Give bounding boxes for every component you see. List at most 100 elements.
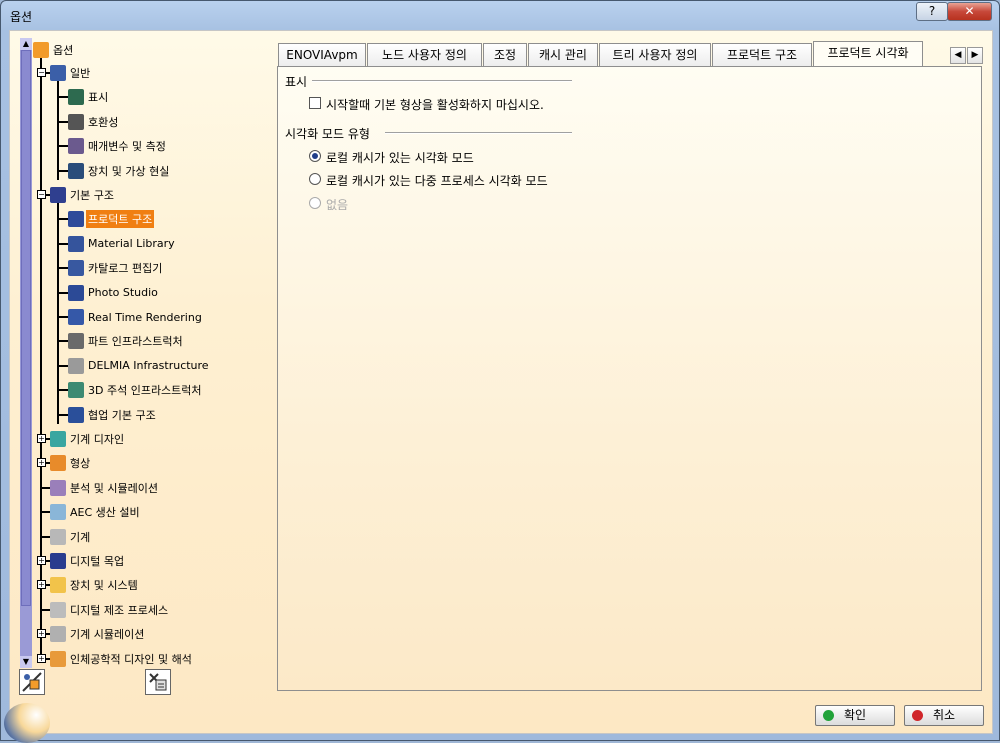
tree-item[interactable]: 인체공학적 디자인 및 해석 (50, 649, 194, 668)
systems-icon (50, 577, 66, 594)
tree-item[interactable]: 기계 시뮬레이션 (50, 624, 146, 644)
tree-item[interactable]: Real Time Rendering (68, 307, 204, 327)
options-tree[interactable]: ▲ ▼ − − + + + + + + 옵션 일반표시호환성매개변수 및 측정장치 및 가상 … (20, 38, 266, 668)
tree-expander-icon[interactable]: + (37, 556, 46, 565)
tab-1[interactable]: 노드 사용자 정의 (367, 43, 482, 67)
cancel-button[interactable]: 취소 (904, 705, 984, 726)
tab-4[interactable]: 트리 사용자 정의 (599, 43, 711, 67)
tree-item[interactable]: 장치 및 시스템 (50, 575, 140, 595)
tree-item[interactable]: DELMIA Infrastructure (68, 356, 211, 376)
tree-item[interactable]: 디지털 제조 프로세스 (50, 600, 170, 620)
tree-item[interactable]: 호환성 (68, 112, 120, 132)
tree-item-label: 디지털 목업 (70, 555, 125, 568)
tree-expander-icon[interactable]: + (37, 434, 46, 443)
tree-root[interactable]: 옵션 (33, 40, 75, 60)
tab-0[interactable]: ENOVIAvpm (278, 43, 366, 67)
multiprocess-mode-radio[interactable] (309, 173, 321, 185)
tree-item[interactable]: 표시 (68, 87, 110, 107)
tree-item-label: 형상 (70, 457, 91, 471)
tree-item-label: Real Time Rendering (88, 310, 202, 324)
infra-icon (50, 187, 66, 203)
shape-icon (50, 455, 66, 472)
tree-item-label: 카탈로그 편집기 (88, 262, 163, 276)
tree-item[interactable]: Photo Studio (68, 283, 160, 303)
device-icon (68, 162, 84, 179)
tree-item-label: 매개변수 및 측정 (88, 140, 166, 154)
tree-item[interactable]: Material Library (68, 234, 177, 254)
tree-item-label: Material Library (88, 237, 175, 251)
dmp-icon (50, 601, 66, 618)
title-bar: 옵션 ? ✕ (1, 1, 999, 29)
tree-expander-icon[interactable]: + (37, 629, 46, 639)
local-cache-mode-radio[interactable] (309, 150, 321, 162)
tree-item[interactable]: AEC 생산 설비 (50, 502, 142, 522)
multiprocess-mode-label: 로컬 캐시가 있는 다중 프로세스 시각화 모드 (326, 174, 548, 188)
tree-item[interactable]: 매개변수 및 측정 (68, 136, 168, 156)
tree-expander-icon[interactable]: + (37, 458, 46, 468)
tree-item-label: 기계 (70, 530, 91, 544)
scroll-down-arrow-icon[interactable]: ▼ (20, 656, 32, 668)
scroll-thumb[interactable] (21, 50, 31, 606)
window-title: 옵션 (10, 10, 33, 24)
tab-2[interactable]: 조정 (483, 43, 527, 67)
disable-default-shape-label: 시작할때 기본 형상을 활성화하지 마십시오. (326, 98, 544, 112)
help-button[interactable]: ? (916, 2, 948, 21)
tree-item-label: 협업 기본 구조 (88, 408, 156, 422)
mode-section-title: 시각화 모드 유형 (285, 127, 370, 141)
tree-item[interactable]: 분석 및 시뮬레이션 (50, 478, 160, 498)
tree-item-label: Photo Studio (88, 286, 158, 300)
catia-sphere-icon (4, 703, 50, 743)
tab-scroll-left-icon[interactable]: ◀ (950, 47, 966, 64)
ok-green-dot-icon (823, 710, 834, 721)
tree-item[interactable]: 기계 (50, 527, 92, 547)
catalog-icon (68, 260, 84, 277)
tree-item-label: 파트 인프라스트럭처 (88, 335, 183, 349)
material-icon (68, 235, 84, 252)
tree-item-label: 일반 (70, 67, 91, 80)
tree-item[interactable]: 일반 (50, 63, 92, 83)
tree-item[interactable]: 3D 주석 인프라스트럭처 (68, 380, 204, 400)
tree-item[interactable]: 형상 (50, 453, 92, 473)
user-settings-icon[interactable] (19, 669, 45, 695)
display-icon (68, 89, 84, 106)
scroll-up-arrow-icon[interactable]: ▲ (20, 38, 32, 50)
mode-section-divider (385, 132, 572, 134)
tree-item-label: 장치 및 시스템 (70, 579, 138, 593)
tree-item-label: 디지털 제조 프로세스 (70, 603, 169, 617)
ok-button[interactable]: 확인 (815, 705, 895, 726)
collab-icon (68, 406, 84, 423)
tree-root-label: 옵션 (53, 44, 74, 57)
tab-3[interactable]: 캐시 관리 (528, 43, 598, 67)
tree-scrollbar[interactable]: ▲ ▼ (20, 38, 32, 668)
rtr-icon (68, 309, 84, 325)
tree-item[interactable]: 협업 기본 구조 (68, 405, 158, 425)
tree-item[interactable]: 디지털 목업 (50, 551, 126, 571)
tab-scroll-right-icon[interactable]: ▶ (967, 47, 983, 64)
tree-item-label: 표시 (88, 91, 109, 105)
tree-item-label: 3D 주석 인프라스트럭처 (88, 384, 202, 398)
disable-default-shape-checkbox[interactable] (309, 97, 321, 109)
tree-item-label: 기계 시뮬레이션 (70, 628, 145, 642)
general-icon (50, 65, 66, 81)
tree-item[interactable]: 기본 구조 (50, 185, 116, 205)
machsim-icon (50, 626, 66, 643)
tab-5[interactable]: 프로덕트 구조 (712, 43, 812, 67)
tab-strip: ENOVIAvpm 노드 사용자 정의 조정 캐시 관리 트리 사용자 정의 프로덕트 구… (278, 41, 958, 68)
admin-settings-icon[interactable] (145, 669, 171, 695)
tree-expander-icon[interactable]: + (37, 580, 46, 590)
tree-item[interactable]: 장치 및 가상 현실 (68, 161, 171, 181)
tree-item-label: AEC 생산 설비 (70, 506, 140, 520)
param-icon (68, 138, 84, 155)
tree-expander-icon[interactable]: − (37, 68, 46, 77)
tree-item-label: 분석 및 시뮬레이션 (70, 481, 158, 495)
tree-item[interactable]: 프로덕트 구조 (68, 209, 155, 229)
tree-item[interactable]: 기계 디자인 (50, 429, 126, 449)
tab-6[interactable]: 프로덕트 시각화 (813, 41, 923, 68)
tree-item[interactable]: 파트 인프라스트럭처 (68, 331, 185, 351)
tree-item[interactable]: 카탈로그 편집기 (68, 258, 164, 278)
photo-icon (68, 284, 84, 301)
tree-expander-icon[interactable]: + (37, 653, 46, 663)
dialog-client: ▲ ▼ − − + + + + + + 옵션 일반표시호환성매개변수 및 측정장치 및 가상 … (4, 30, 993, 743)
tree-expander-icon[interactable]: − (37, 190, 46, 199)
close-button[interactable]: ✕ (947, 2, 992, 21)
